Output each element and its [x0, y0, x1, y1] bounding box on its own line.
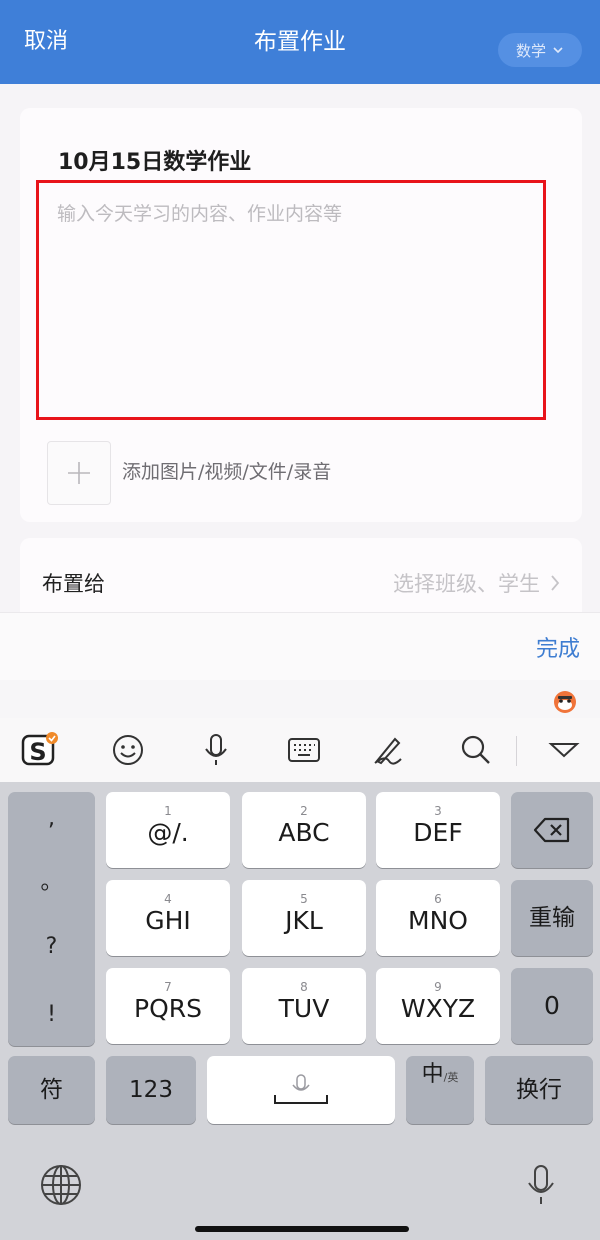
return-key[interactable]: 换行	[485, 1056, 593, 1124]
punct-question-key[interactable]: ?	[8, 934, 95, 959]
key-9[interactable]: 9 WXYZ	[376, 968, 500, 1044]
globe-button[interactable]	[36, 1160, 86, 1210]
handwriting-button[interactable]	[368, 730, 408, 770]
key-4[interactable]: 4 GHI	[106, 880, 230, 956]
keyboard-switch-button[interactable]	[284, 730, 324, 770]
key-5[interactable]: 5 JKL	[242, 880, 366, 956]
numbers-key[interactable]: 123	[106, 1056, 196, 1124]
select-recipients-button[interactable]: 选择班级、学生	[393, 568, 560, 598]
triangle-down-icon	[548, 743, 580, 758]
punct-period-key[interactable]: 。	[8, 864, 95, 896]
assign-to-label: 布置给	[42, 572, 105, 596]
keyboard-accessory-bar: 完成	[0, 612, 600, 681]
reenter-key[interactable]: 重输	[511, 880, 593, 956]
key-2[interactable]: 2 ABC	[242, 792, 366, 868]
emoji-button[interactable]	[108, 730, 148, 770]
toolbar-divider	[516, 736, 517, 766]
space-mic-icon	[274, 1074, 328, 1104]
key-1[interactable]: 1 @/.	[106, 792, 230, 868]
home-indicator	[195, 1226, 409, 1232]
add-attachment-button[interactable]	[47, 441, 111, 505]
subject-label: 数学	[515, 41, 546, 60]
microphone-icon	[528, 1165, 554, 1204]
sogou-logo-icon[interactable]: S	[20, 730, 60, 770]
done-button[interactable]: 完成	[536, 631, 580, 663]
handwriting-pen-icon	[374, 737, 402, 765]
homework-content-input[interactable]	[39, 183, 543, 417]
space-key[interactable]	[207, 1056, 395, 1124]
subject-selector[interactable]: 数学	[498, 33, 582, 67]
nav-header: 取消 布置作业 数学	[0, 0, 600, 84]
microphone-icon	[205, 734, 227, 765]
chevron-down-icon	[553, 47, 563, 54]
sogou-icon: S	[21, 732, 58, 766]
voice-toolbar-button[interactable]	[196, 730, 236, 770]
key-8[interactable]: 8 TUV	[242, 968, 366, 1044]
smiley-icon	[113, 735, 143, 765]
hide-keyboard-button[interactable]	[544, 730, 584, 770]
key-3[interactable]: 3 DEF	[376, 792, 500, 868]
fox-mascot-icon	[554, 691, 576, 713]
keyboard-icon	[288, 738, 320, 762]
delete-key[interactable]	[511, 792, 593, 868]
punct-comma-key[interactable]: ,	[8, 806, 95, 831]
language-switch-key[interactable]: 中/英	[406, 1056, 474, 1124]
svg-text:S: S	[29, 738, 46, 766]
key-0[interactable]: 0	[511, 968, 593, 1044]
search-button[interactable]	[456, 730, 496, 770]
punctuation-column: , 。 ? !	[8, 792, 95, 1046]
ime-toolbar: S	[0, 718, 600, 782]
search-icon	[461, 735, 490, 764]
content-field-highlight	[36, 180, 546, 420]
chevron-right-icon	[551, 575, 560, 591]
backspace-icon	[533, 817, 570, 843]
plus-icon	[68, 462, 90, 484]
ime-mascot-strip	[0, 680, 600, 718]
punct-exclaim-key[interactable]: !	[8, 1002, 95, 1027]
attachment-label: 添加图片/视频/文件/录音	[122, 461, 332, 483]
assign-value: 选择班级、学生	[393, 572, 540, 596]
key-6[interactable]: 6 MNO	[376, 880, 500, 956]
homework-card: 10月15日数学作业 添加图片/视频/文件/录音	[20, 108, 582, 522]
globe-icon	[41, 1165, 81, 1205]
symbols-key[interactable]: 符	[8, 1056, 95, 1124]
homework-title: 10月15日数学作业	[58, 150, 252, 175]
dictation-button[interactable]	[516, 1160, 566, 1210]
key-7[interactable]: 7 PQRS	[106, 968, 230, 1044]
cancel-button[interactable]: 取消	[24, 0, 68, 92]
